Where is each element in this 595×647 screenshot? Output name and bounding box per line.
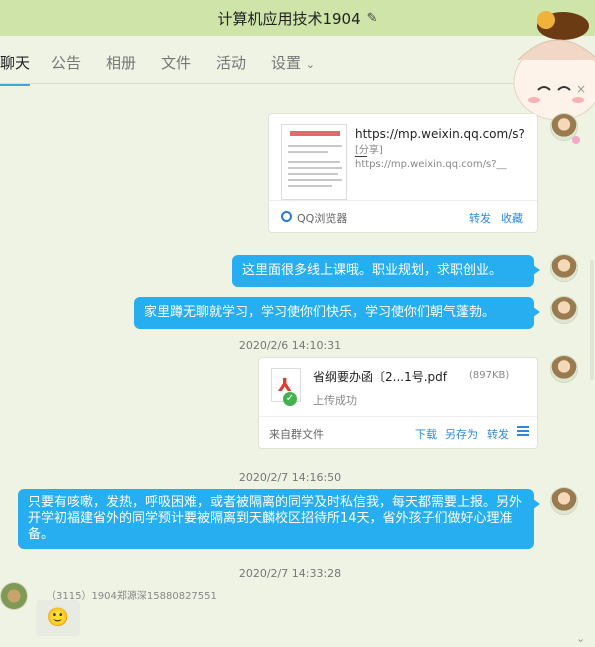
download-link[interactable]: 下载 bbox=[415, 426, 437, 442]
file-card[interactable]: ⅄ ✓ 省纲要办函〔2...1号.pdf (897KB) 上传成功 来自群文件 … bbox=[258, 357, 538, 449]
forward-link[interactable]: 转发 bbox=[469, 210, 491, 226]
file-source: 来自群文件 bbox=[269, 428, 324, 441]
browser-label: QQ浏览器 bbox=[297, 212, 348, 225]
tab-activity[interactable]: 活动 bbox=[216, 52, 246, 73]
forward-link[interactable]: 转发 bbox=[487, 426, 509, 442]
avatar[interactable] bbox=[550, 254, 578, 282]
link-thumbnail bbox=[281, 124, 347, 200]
close-icon[interactable]: × bbox=[576, 82, 586, 96]
file-name[interactable]: 省纲要办函〔2...1号.pdf bbox=[313, 368, 447, 385]
avatar[interactable] bbox=[550, 487, 578, 515]
tab-files[interactable]: 文件 bbox=[161, 52, 191, 73]
emoji-message[interactable]: 🙂 bbox=[36, 600, 80, 636]
timestamp: 2020/2/6 14:10:31 bbox=[238, 339, 342, 352]
check-icon: ✓ bbox=[283, 392, 297, 406]
qq-browser-icon bbox=[281, 211, 292, 222]
smile-emoji-icon: 🙂 bbox=[46, 607, 70, 628]
edit-icon[interactable]: ✎ bbox=[367, 11, 378, 26]
link-card[interactable]: https://mp.weixin.qq.com/s?__ [分享] https… bbox=[268, 113, 538, 233]
timestamp: 2020/2/7 14:33:28 bbox=[238, 567, 342, 580]
tab-chat[interactable]: 聊天 bbox=[0, 52, 31, 86]
message-bubble[interactable]: 只要有咳嗽，发热，呼吸困难，或者被隔离的同学及时私信我，每天都需要上报。另外开学… bbox=[18, 489, 540, 549]
upload-status: 上传成功 bbox=[313, 394, 357, 407]
tab-announcement[interactable]: 公告 bbox=[51, 52, 81, 73]
avatar[interactable] bbox=[550, 296, 578, 324]
avatar[interactable] bbox=[550, 355, 578, 383]
collect-link[interactable]: 收藏 bbox=[501, 210, 523, 226]
message-bubble[interactable]: 家里蹲无聊就学习，学习使你们快乐，学习使你们朝气蓬勃。 bbox=[134, 297, 540, 329]
chevron-down-icon[interactable]: ⌄ bbox=[576, 632, 585, 645]
tab-album[interactable]: 相册 bbox=[106, 52, 136, 73]
file-size: (897KB) bbox=[469, 370, 510, 381]
avatar[interactable] bbox=[550, 113, 578, 141]
scrollbar[interactable] bbox=[590, 260, 594, 380]
link-subtitle: [分享] https://mp.weixin.qq.com/s?__ bbox=[355, 145, 507, 170]
message-bubble[interactable]: 这里面很多线上课哦。职业规划，求职创业。 bbox=[232, 255, 540, 287]
group-title: 计算机应用技术1904 bbox=[217, 9, 361, 28]
menu-icon[interactable] bbox=[517, 426, 529, 436]
link-card-footer: QQ浏览器 转发 收藏 bbox=[269, 200, 537, 232]
timestamp: 2020/2/7 14:16:50 bbox=[238, 471, 342, 484]
file-card-footer: 来自群文件 下载 另存为 转发 bbox=[259, 416, 537, 448]
save-as-link[interactable]: 另存为 bbox=[445, 426, 478, 442]
tab-settings[interactable]: 设置 ⌄ bbox=[271, 52, 315, 73]
sender-avatar[interactable] bbox=[0, 582, 28, 610]
chevron-down-icon: ⌄ bbox=[305, 58, 316, 71]
